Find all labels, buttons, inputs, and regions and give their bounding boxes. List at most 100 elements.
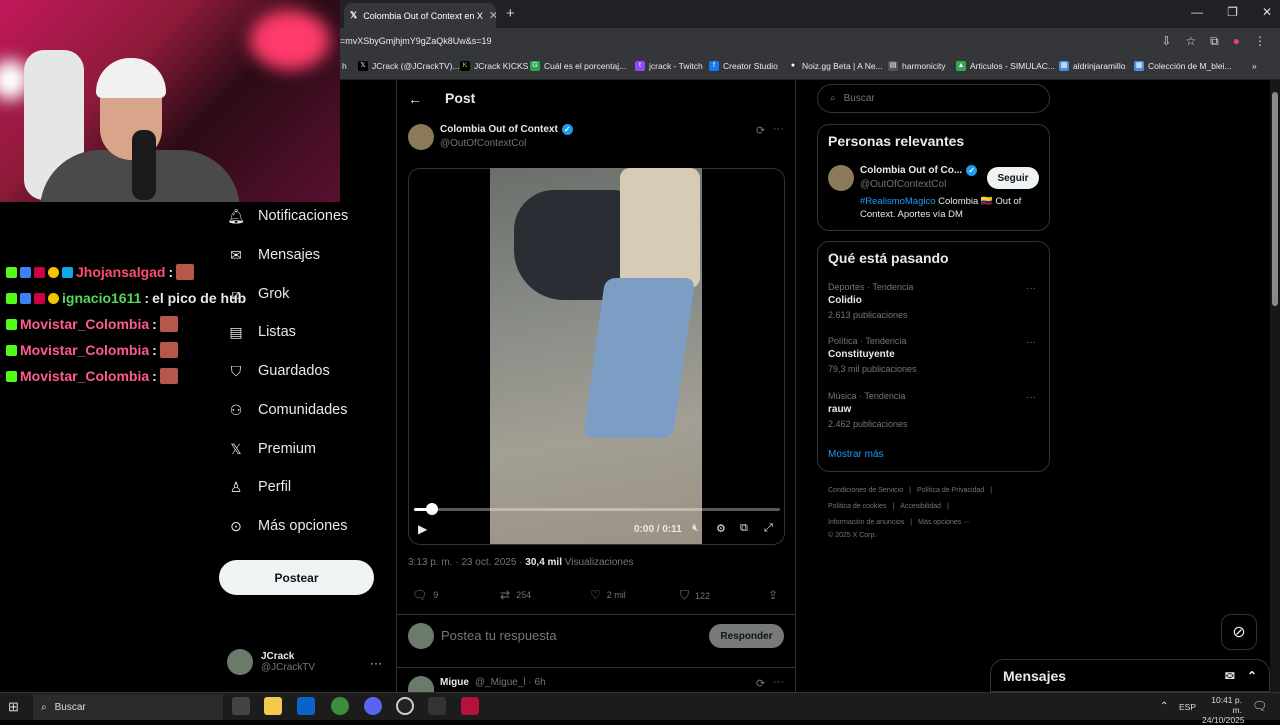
hashtag-link[interactable]: #RealismoMagico [860, 196, 936, 207]
settings-icon[interactable]: ⚙ [716, 522, 726, 535]
chat-username: Movistar_Colombia [20, 316, 150, 332]
obs-icon[interactable] [396, 697, 414, 715]
language-indicator[interactable]: ESP [1179, 702, 1196, 712]
messages-drawer[interactable]: Mensajes ✉ ⌃ [990, 659, 1270, 692]
fullscreen-icon[interactable]: ⤢ [764, 522, 773, 535]
tray-chevron-icon[interactable]: ⌃ [1160, 701, 1168, 712]
nav-grok[interactable]: ⧄ Grok [228, 286, 290, 303]
reply-button[interactable]: Responder [709, 624, 784, 648]
new-tab-button[interactable]: + [506, 5, 515, 22]
author-name[interactable]: Colombia Out of Context ✓ [440, 124, 573, 135]
emote-image [159, 368, 178, 384]
minimize-icon[interactable]: — [1191, 5, 1203, 19]
nav-premium[interactable]: 𝕏 Premium [228, 441, 316, 458]
nav-communities[interactable]: ⚇ Comunidades [228, 402, 348, 419]
like-action[interactable]: ♡ 2 mil [590, 588, 626, 602]
webcam-overlay [0, 0, 340, 202]
reply-author-handle: @_Migue_l · 6h [474, 677, 546, 688]
search-input[interactable]: ⌕ Buscar [817, 84, 1050, 113]
trend-name[interactable]: rauw [828, 404, 851, 415]
install-icon[interactable]: ⇩ [1161, 34, 1171, 49]
chrome-icon[interactable] [331, 697, 349, 715]
nav-label: Notificaciones [258, 208, 349, 224]
grok-float-button[interactable]: ⊘ [1221, 614, 1257, 650]
windows-start-icon[interactable]: ⊞ [8, 699, 19, 715]
bookmark-item[interactable]: ▲ Articulos - SIMULAC... [956, 61, 1055, 71]
repost-action[interactable]: ⇄ 254 [500, 588, 531, 602]
account-more-icon[interactable]: ··· [370, 656, 382, 670]
views-count: 30,4 mil [525, 557, 562, 568]
close-window-icon[interactable]: ✕ [1262, 5, 1272, 19]
file-explorer-icon[interactable] [264, 697, 282, 715]
relevant-name[interactable]: Colombia Out of Co... ✓ [860, 165, 978, 176]
taskbar-search[interactable]: ⌕ Buscar [33, 694, 223, 720]
expand-icon[interactable]: ⌃ [1247, 669, 1257, 683]
footer-link[interactable]: Política de Privacidad [917, 487, 984, 494]
outlook-icon[interactable] [297, 697, 315, 715]
footer-link[interactable]: Información de anuncios [828, 519, 904, 526]
pip-icon[interactable]: ⧉ [740, 522, 748, 535]
url-text[interactable]: =mvXSbyGmjhjmY9gZaQk8Uw&s=19 [340, 36, 492, 46]
footer-link[interactable]: Condiciones de Servicio [828, 487, 903, 494]
more-icon[interactable]: ··· [773, 123, 784, 135]
mute-icon[interactable]: 🔇︎ [692, 522, 699, 535]
restore-icon[interactable]: ❐ [1227, 5, 1238, 19]
bookmark-item[interactable]: t jcrack - Twitch [635, 61, 703, 71]
bookmark-item[interactable]: h [342, 61, 347, 71]
trend-more-icon[interactable]: ··· [1026, 337, 1036, 348]
bookmark-item[interactable]: G Cuál es el porcentaj... [530, 61, 626, 71]
nav-more-options[interactable]: ⊙ Más opciones [228, 518, 347, 535]
reply-action[interactable]: 🗨︎ 9 [412, 588, 438, 602]
bookmark-item[interactable]: ▦ Colección de M_blei... [1134, 61, 1232, 71]
bookmark-item[interactable]: K JCrack KICKS [460, 61, 528, 71]
close-tab-icon[interactable]: ✕ [489, 9, 496, 22]
back-arrow-icon[interactable]: ← [408, 91, 422, 107]
grok-icon[interactable]: ⟳ [756, 677, 765, 690]
video-progress-track[interactable] [414, 503, 780, 515]
nav-notifications[interactable]: 🔔︎ Notificaciones [227, 208, 349, 225]
nav-profile[interactable]: ♙ Perfil [228, 479, 291, 496]
bookmark-item[interactable]: ● Noiz.gg Beta | A Ne... [788, 61, 883, 71]
trend-name[interactable]: Constituyente [828, 349, 895, 360]
show-more-link[interactable]: Mostrar más [828, 449, 884, 460]
new-message-icon[interactable]: ✉ [1225, 669, 1235, 683]
reply-input[interactable]: Postea tu respuesta [441, 628, 557, 643]
account-switcher[interactable]: JCrack @JCrackTV [227, 649, 315, 675]
trend-name[interactable]: Colidio [828, 295, 862, 306]
discord-icon[interactable] [364, 697, 382, 715]
clock[interactable]: 10:41 p. m. 24/10/2025 [1202, 695, 1245, 725]
app-icon[interactable] [428, 697, 446, 715]
bookmark-item[interactable]: 𝕏 JCrack (@JCrackTV)... [358, 61, 460, 71]
profile-icon[interactable]: ● [1233, 34, 1240, 49]
nav-messages[interactable]: ✉ Mensajes [228, 247, 320, 264]
grok-icon[interactable]: ⟳ [756, 124, 765, 137]
nav-bookmarks[interactable]: ⛉ Guardados [228, 363, 330, 380]
extensions-icon[interactable]: ⧉ [1210, 34, 1219, 49]
app-icon[interactable] [461, 697, 479, 715]
more-bookmarks-icon[interactable]: » [1252, 61, 1257, 71]
bookmark-item[interactable]: f Creator Studio [709, 61, 778, 71]
footer-link[interactable]: Política de cookies [828, 503, 886, 510]
nav-lists[interactable]: ▤ Listas [228, 324, 296, 341]
bookmark-item[interactable]: ▦ aldrinjaramillo [1059, 61, 1125, 71]
more-icon[interactable]: ··· [773, 676, 784, 688]
share-action[interactable]: ⇪ [768, 588, 778, 602]
bookmark-item[interactable]: ▤ harmonicity [888, 61, 945, 71]
menu-icon[interactable]: ⋮ [1254, 34, 1266, 49]
footer-link[interactable]: Accesibilidad [900, 503, 941, 510]
footer-link[interactable]: Más opciones ··· [918, 519, 970, 526]
scrollbar-thumb[interactable] [1272, 92, 1278, 306]
task-view-icon[interactable] [232, 697, 250, 715]
post-button[interactable]: Postear [219, 560, 374, 595]
folder-icon: ▦ [1134, 61, 1144, 71]
relevant-avatar[interactable] [828, 165, 854, 191]
trend-more-icon[interactable]: ··· [1026, 283, 1036, 294]
bookmark-action[interactable]: ⛉ 122 [680, 588, 710, 603]
follow-button[interactable]: Seguir [987, 167, 1039, 189]
star-icon[interactable]: ☆ [1185, 34, 1196, 49]
trend-more-icon[interactable]: ··· [1026, 392, 1036, 403]
browser-tab[interactable]: 𝕏 Colombia Out of Context en X ✕ [344, 3, 496, 28]
notification-icon[interactable]: 🗨︎ [1252, 699, 1267, 713]
author-avatar[interactable] [408, 124, 434, 150]
play-icon[interactable]: ▶ [418, 522, 427, 536]
